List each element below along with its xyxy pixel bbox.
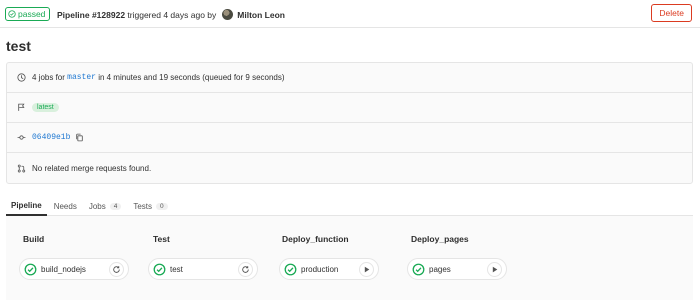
- pipeline-header: passed Pipeline #128922 triggered 4 days…: [0, 0, 700, 28]
- pipeline-tabs: Pipeline Needs Jobs 4 Tests 0: [6, 196, 693, 216]
- job-test[interactable]: test: [148, 258, 258, 280]
- tab-pipeline[interactable]: Pipeline: [6, 196, 47, 216]
- merge-requests-text: No related merge requests found.: [32, 163, 152, 173]
- tab-tests[interactable]: Tests 0: [128, 196, 172, 216]
- job-pages[interactable]: pages: [407, 258, 507, 280]
- tab-label: Tests: [133, 201, 153, 211]
- stage-title: Build: [23, 234, 45, 244]
- tab-needs[interactable]: Needs: [49, 196, 82, 216]
- merge-request-icon: [16, 163, 27, 174]
- pipeline-graph: Build build_nodejs Test test Deploy_func…: [6, 216, 693, 300]
- user-name[interactable]: Milton Leon: [237, 10, 285, 20]
- avatar[interactable]: [222, 9, 234, 20]
- check-circle-icon: [24, 263, 37, 275]
- tag-row: latest: [7, 93, 692, 123]
- job-name: production: [301, 264, 339, 274]
- job-name: build_nodejs: [41, 264, 86, 274]
- tab-label: Needs: [53, 201, 77, 211]
- page-title: test: [6, 38, 31, 54]
- commit-sha-link[interactable]: 06409e1b: [32, 133, 70, 142]
- tab-count-badge: 0: [156, 202, 168, 210]
- play-icon[interactable]: [359, 261, 374, 277]
- check-circle-icon: [412, 263, 425, 275]
- jobs-prefix: 4 jobs for: [32, 73, 65, 82]
- pipeline-info-box: 4 jobs for master in 4 minutes and 19 se…: [6, 62, 693, 184]
- pipeline-meta: Pipeline #128922 triggered 4 days ago by…: [57, 9, 285, 20]
- jobs-suffix: in 4 minutes and 19 seconds (queued for …: [98, 73, 285, 82]
- stage-title: Deploy_function: [282, 234, 349, 244]
- merge-requests-row: No related merge requests found.: [7, 153, 692, 183]
- tag-latest-badge[interactable]: latest: [32, 103, 59, 112]
- branch-link[interactable]: master: [67, 73, 96, 82]
- check-circle-icon: [8, 10, 16, 18]
- commit-icon: [16, 132, 27, 143]
- pipeline-label: Pipeline #128922: [57, 9, 126, 20]
- status-label: passed: [18, 9, 46, 19]
- jobs-summary-row: 4 jobs for master in 4 minutes and 19 se…: [7, 63, 692, 93]
- check-circle-icon: [284, 263, 297, 275]
- triggered-text: triggered 4 days ago by: [127, 9, 217, 20]
- retry-icon[interactable]: [109, 261, 124, 277]
- tab-label: Jobs: [88, 201, 106, 211]
- copy-icon[interactable]: [75, 133, 84, 142]
- job-name: pages: [429, 264, 451, 274]
- job-name: test: [170, 264, 183, 274]
- tab-label: Pipeline: [11, 200, 42, 210]
- stage-title: Test: [153, 234, 170, 244]
- stage-title: Deploy_pages: [411, 234, 469, 244]
- tab-jobs[interactable]: Jobs 4: [84, 196, 127, 216]
- tab-count-badge: 4: [109, 202, 122, 210]
- commit-row: 06409e1b: [7, 123, 692, 153]
- play-icon[interactable]: [487, 261, 502, 277]
- check-circle-icon: [153, 263, 166, 275]
- flag-icon: [16, 102, 27, 113]
- delete-button[interactable]: Delete: [651, 4, 692, 22]
- job-build-nodejs[interactable]: build_nodejs: [19, 258, 129, 280]
- retry-icon[interactable]: [238, 261, 253, 277]
- status-badge[interactable]: passed: [5, 7, 51, 21]
- clock-icon: [16, 72, 27, 83]
- job-production[interactable]: production: [279, 258, 379, 280]
